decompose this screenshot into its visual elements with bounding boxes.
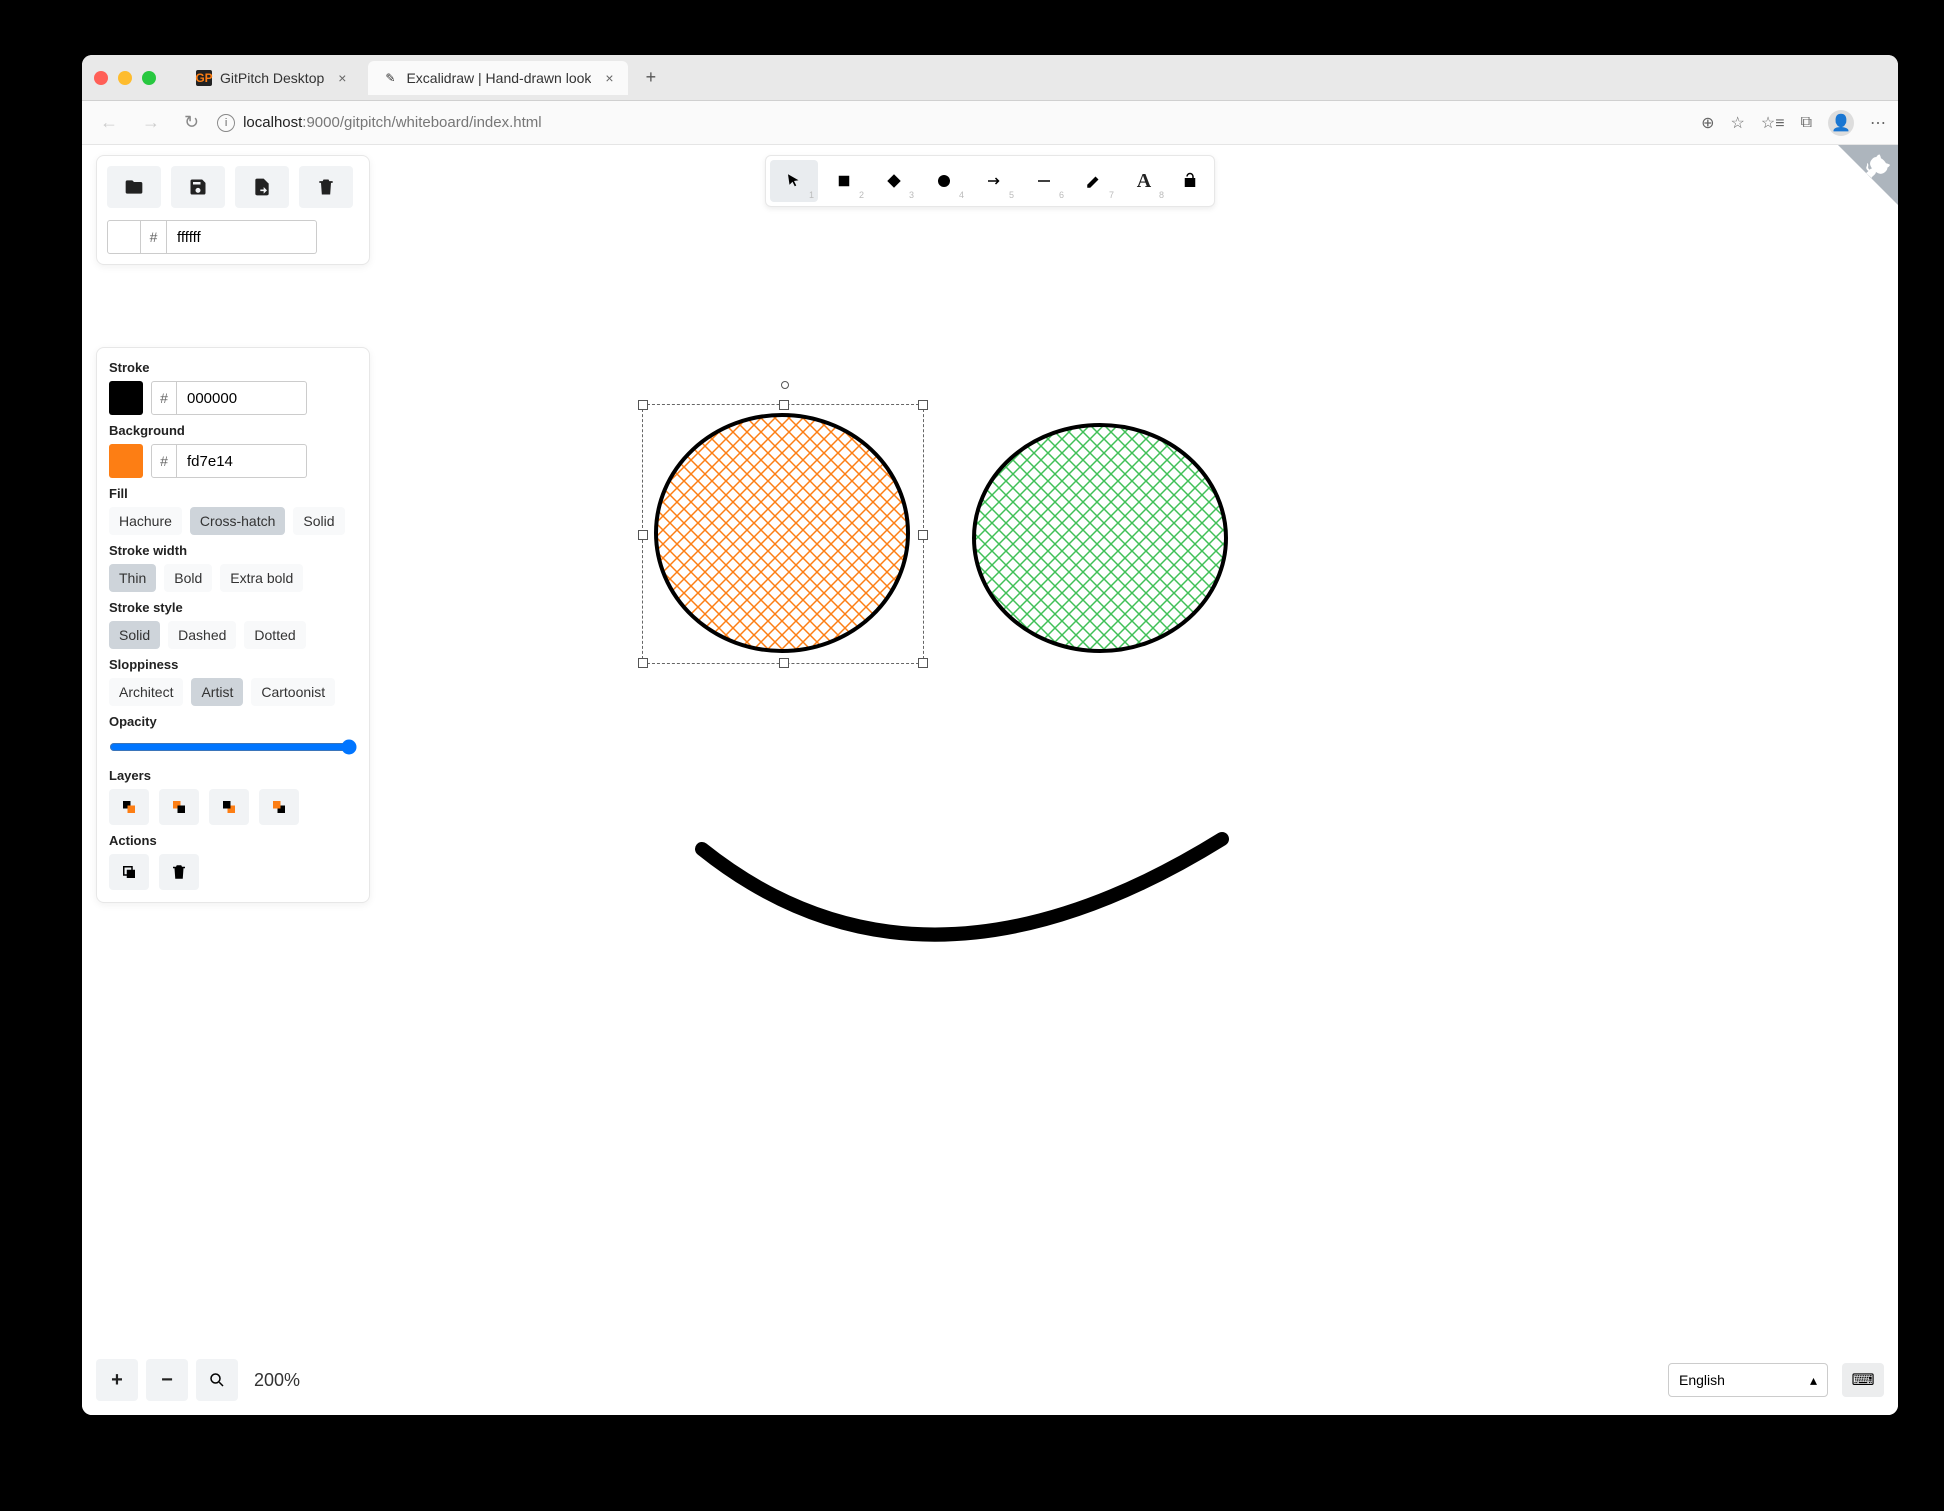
resize-handle-nw[interactable] [638, 400, 648, 410]
magnifier-icon [208, 1371, 226, 1389]
reload-button[interactable]: ↻ [178, 108, 205, 137]
tab-gitpitch[interactable]: GP GitPitch Desktop × [182, 61, 360, 95]
address-bar: ← → ↻ i localhost:9000/gitpitch/whiteboa… [82, 101, 1898, 145]
keyboard-icon: ⌨ [1851, 1370, 1874, 1390]
favorite-icon[interactable]: ☆ [1731, 113, 1745, 133]
close-tab-icon[interactable]: × [605, 70, 613, 86]
gitpitch-favicon: GP [196, 70, 212, 86]
keyboard-shortcuts-button[interactable]: ⌨ [1842, 1363, 1884, 1397]
window-controls [94, 71, 156, 85]
rotate-handle[interactable] [781, 381, 789, 389]
favorites-bar-icon[interactable]: ☆≡ [1761, 113, 1785, 133]
url-text: localhost:9000/gitpitch/whiteboard/index… [243, 114, 542, 131]
close-window-button[interactable] [94, 71, 108, 85]
excalidraw-canvas[interactable]: # Stroke # Background # Fill Hachure Cro… [82, 145, 1898, 1415]
resize-handle-e[interactable] [918, 530, 928, 540]
tab-title: Excalidraw | Hand-drawn look [406, 70, 591, 86]
zoom-in-button[interactable]: + [96, 1359, 138, 1401]
new-tab-button[interactable]: + [636, 67, 667, 88]
selection-box[interactable] [642, 404, 924, 664]
resize-handle-se[interactable] [918, 658, 928, 668]
shape-smile[interactable] [702, 839, 1222, 935]
zoom-value[interactable]: 200% [246, 1370, 308, 1391]
excalidraw-favicon: ✎ [382, 70, 398, 86]
resize-handle-sw[interactable] [638, 658, 648, 668]
zoom-out-button[interactable]: − [146, 1359, 188, 1401]
resize-handle-w[interactable] [638, 530, 648, 540]
profile-avatar[interactable]: 👤 [1828, 110, 1854, 136]
addr-right-icons: ⊕ ☆ ☆≡ ⧉ 👤 ⋯ [1701, 110, 1886, 136]
resize-handle-ne[interactable] [918, 400, 928, 410]
browser-window: GP GitPitch Desktop × ✎ Excalidraw | Han… [82, 55, 1898, 1415]
nav-forward-button[interactable]: → [136, 108, 166, 137]
site-info-icon[interactable]: i [217, 114, 235, 132]
drawing-svg [82, 145, 1898, 1415]
titlebar: GP GitPitch Desktop × ✎ Excalidraw | Han… [82, 55, 1898, 101]
minimize-window-button[interactable] [118, 71, 132, 85]
collections-icon[interactable]: ⧉ [1801, 114, 1812, 132]
zoom-reset-button[interactable] [196, 1359, 238, 1401]
chevron-up-icon: ▴ [1810, 1372, 1817, 1389]
tab-excalidraw[interactable]: ✎ Excalidraw | Hand-drawn look × [368, 61, 627, 95]
resize-handle-s[interactable] [779, 658, 789, 668]
close-tab-icon[interactable]: × [338, 70, 346, 86]
resize-handle-n[interactable] [779, 400, 789, 410]
zoom-controls: + − 200% [96, 1359, 308, 1401]
menu-icon[interactable]: ⋯ [1870, 113, 1886, 133]
nav-back-button[interactable]: ← [94, 108, 124, 137]
language-select[interactable]: English ▴ [1668, 1363, 1828, 1397]
shape-eye-right[interactable] [974, 425, 1226, 651]
zoom-icon[interactable]: ⊕ [1701, 113, 1714, 133]
fullscreen-window-button[interactable] [142, 71, 156, 85]
url-field[interactable]: i localhost:9000/gitpitch/whiteboard/ind… [217, 114, 1689, 132]
language-value: English [1679, 1372, 1725, 1388]
tab-title: GitPitch Desktop [220, 70, 324, 86]
